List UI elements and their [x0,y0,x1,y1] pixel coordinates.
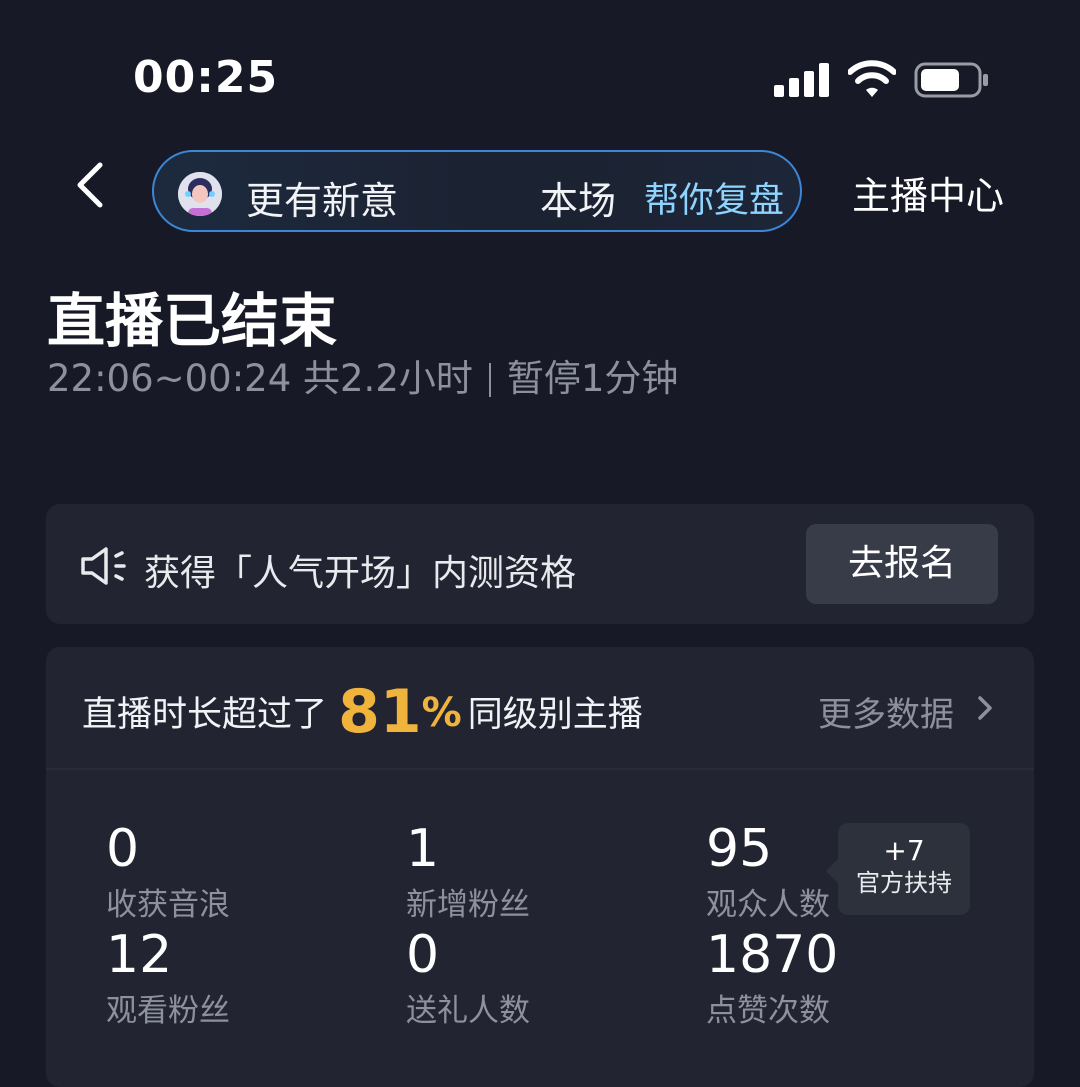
signup-button[interactable]: 去报名 [806,524,998,604]
meta-divider [488,363,491,397]
stat-viewers: 95 观众人数 [706,821,830,924]
stat-gift-senders: 0 送礼人数 [406,927,530,1030]
status-time: 00:25 [133,52,279,103]
host-center-link[interactable]: 主播中心 [852,165,1004,220]
banner-replay-link[interactable]: 帮你复盘 [644,172,784,223]
stat-value: 12 [106,925,173,985]
stat-label: 观看粉丝 [106,993,230,1029]
duration-headline: 直播时长超过了 81% 同级别主播 [82,677,643,747]
more-data-link[interactable]: 更多数据 [818,687,954,736]
stat-value: 0 [406,925,440,985]
session-pause: 暂停1分钟 [506,357,679,400]
qualification-banner: 获得「人气开场」内测资格 去报名 [46,504,1034,624]
stats-card: 直播时长超过了 81% 同级别主播 更多数据 0 收获音浪 1 新增粉丝 95 观… [46,647,1034,1087]
cellular-signal-icon [774,63,829,97]
headline-suffix: 同级别主播 [467,695,643,735]
stat-value: 0 [106,819,140,879]
headline-percent: 81 [338,677,422,747]
session-time-range: 22:06~00:24 共2.2小时 [47,357,473,400]
stat-label: 观众人数 [706,887,830,923]
support-caption: 官方扶持 [856,869,952,897]
battery-icon [914,62,988,98]
banner-tagline: 更有新意 [246,179,399,223]
stat-label: 收获音浪 [106,887,230,923]
support-plus: +7 [883,834,925,867]
stat-label: 新增粉丝 [406,887,530,923]
assistant-avatar-icon [178,172,222,216]
chevron-right-icon[interactable] [974,693,996,723]
official-support-tooltip: +7 官方扶持 [826,823,970,915]
stat-likes: 1870 点赞次数 [706,927,838,1030]
stat-value: 1870 [706,925,839,985]
headline-percent-sign: % [421,690,462,736]
session-meta: 22:06~00:24 共2.2小时 暂停1分钟 [47,348,678,402]
page-title: 直播已结束 [47,287,338,355]
headline-prefix: 直播时长超过了 [82,695,328,735]
status-bar: 00:25 [0,0,1080,150]
stat-value: 1 [406,819,440,879]
stat-watching-fans: 12 观看粉丝 [106,927,230,1030]
stat-label: 点赞次数 [706,993,830,1029]
back-chevron-icon[interactable] [68,155,112,215]
speaker-icon [81,547,126,585]
replay-assistant-banner[interactable]: 更有新意 本场 帮你复盘 [152,150,802,232]
stat-value: 95 [706,819,773,879]
stat-label: 送礼人数 [406,993,530,1029]
card-divider [46,768,1034,770]
qualification-text: 获得「人气开场」内测资格 [144,553,577,594]
stat-sound-waves: 0 收获音浪 [106,821,230,924]
wifi-icon [848,60,896,97]
stat-new-fans: 1 新增粉丝 [406,821,530,924]
banner-scene-label: 本场 [540,179,617,223]
